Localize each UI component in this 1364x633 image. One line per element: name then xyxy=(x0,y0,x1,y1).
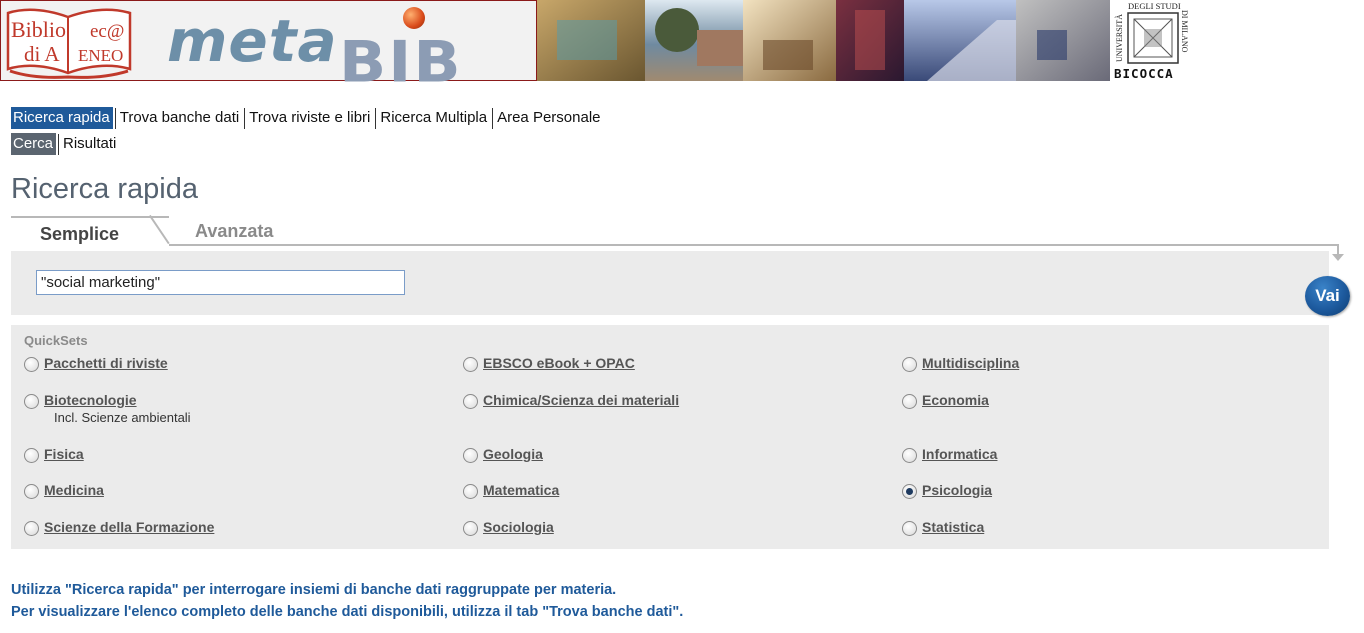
nav-item-ricerca-multipla[interactable]: Ricerca Multipla xyxy=(378,107,490,129)
biblio-logo-text-2: ec@ xyxy=(90,21,124,42)
quickset-label[interactable]: Pacchetti di riviste xyxy=(44,354,168,372)
go-button[interactable]: Vai xyxy=(1305,276,1350,316)
quickset-radio[interactable] xyxy=(902,394,917,409)
quickset-pacchetti-di-riviste[interactable]: Pacchetti di riviste xyxy=(24,354,168,372)
biblioteca-logo[interactable]: Biblio ec@ di A ENEO xyxy=(4,7,134,79)
help-text-line-2: Per visualizzare l'elenco completo delle… xyxy=(11,604,684,620)
quickset-sociologia[interactable]: Sociologia xyxy=(463,518,554,536)
quickset-label[interactable]: Chimica/Scienza dei materiali xyxy=(483,391,679,409)
nav-item-trova-banche-dati[interactable]: Trova banche dati xyxy=(118,107,243,129)
quicksets-heading: QuickSets xyxy=(24,333,88,348)
quickset-chimica-scienza-dei-materiali[interactable]: Chimica/Scienza dei materiali xyxy=(463,391,679,409)
metabib-logo-meta: meta xyxy=(167,7,338,75)
quickset-label[interactable]: Geologia xyxy=(483,445,543,463)
nav-item-cerca[interactable]: Cerca xyxy=(11,133,57,155)
university-line-1: UNIVERSITÀ xyxy=(1114,14,1124,62)
search-input[interactable] xyxy=(36,270,405,295)
quickset-label[interactable]: Informatica xyxy=(922,445,997,463)
quickset-multidisciplina[interactable]: Multidisciplina xyxy=(902,354,1019,372)
quickset-label[interactable]: Economia xyxy=(922,391,989,409)
quickset-economia[interactable]: Economia xyxy=(902,391,989,409)
quickset-label[interactable]: Multidisciplina xyxy=(922,354,1019,372)
biblio-logo-text-3: di A xyxy=(24,42,60,66)
secondary-nav: Cerca Risultati xyxy=(11,133,119,155)
search-mode-tabs: Semplice Avanzata xyxy=(11,214,1344,261)
quickset-fisica[interactable]: Fisica xyxy=(24,445,84,463)
nav-item-risultati[interactable]: Risultati xyxy=(61,133,119,155)
quickset-psicologia[interactable]: Psicologia xyxy=(902,481,992,499)
quicksets-panel: QuickSets Pacchetti di riviste EBSCO eBo… xyxy=(11,325,1329,549)
quickset-label[interactable]: Biotecnologie xyxy=(44,391,137,409)
help-text-line-1: Utilizza "Ricerca rapida" per interrogar… xyxy=(11,582,617,598)
quickset-label[interactable]: Scienze della Formazione xyxy=(44,518,214,536)
header-banner: Biblio ec@ di A ENEO meta BIB UNIVERSITÀ… xyxy=(0,0,1190,95)
quickset-label[interactable]: Fisica xyxy=(44,445,84,463)
quickset-label[interactable]: Statistica xyxy=(922,518,984,536)
quickset-medicina[interactable]: Medicina xyxy=(24,481,104,499)
quickset-matematica[interactable]: Matematica xyxy=(463,481,559,499)
quickset-label[interactable]: Medicina xyxy=(44,481,104,499)
quickset-radio[interactable] xyxy=(463,394,478,409)
tab-semplice[interactable]: Semplice xyxy=(11,216,169,247)
metabib-logo[interactable]: meta BIB xyxy=(161,3,501,95)
campus-photo-strip xyxy=(537,0,1110,81)
quickset-geologia[interactable]: Geologia xyxy=(463,445,543,463)
quickset-radio[interactable] xyxy=(902,448,917,463)
banner-logo-area: Biblio ec@ di A ENEO meta BIB xyxy=(0,0,537,95)
quickset-scienze-della-formazione[interactable]: Scienze della Formazione xyxy=(24,518,214,536)
nav-item-trova-riviste-e-libri[interactable]: Trova riviste e libri xyxy=(247,107,373,129)
quickset-radio[interactable] xyxy=(902,357,917,372)
nav-divider xyxy=(375,107,377,129)
quickset-radio[interactable] xyxy=(24,448,39,463)
quickset-label[interactable]: Matematica xyxy=(483,481,559,499)
biblio-logo-text-1: Biblio xyxy=(11,17,66,42)
nav-item-area-personale[interactable]: Area Personale xyxy=(495,107,603,129)
quickset-radio[interactable] xyxy=(24,484,39,499)
quickset-radio[interactable] xyxy=(24,357,39,372)
metabib-logo-bib: BIB xyxy=(339,27,463,96)
quickset-label[interactable]: Psicologia xyxy=(922,481,992,499)
quickset-subtitle: Incl. Scienze ambientali xyxy=(54,410,191,425)
quickset-informatica[interactable]: Informatica xyxy=(902,445,997,463)
quickset-ebsco-ebook-opac[interactable]: EBSCO eBook + OPAC xyxy=(463,354,635,372)
quickset-radio-selected[interactable] xyxy=(902,484,917,499)
tab-semplice-label: Semplice xyxy=(40,224,120,244)
nav-divider xyxy=(244,107,246,129)
quickset-label[interactable]: Sociologia xyxy=(483,518,554,536)
search-panel xyxy=(11,251,1329,315)
quickset-radio[interactable] xyxy=(463,484,478,499)
tab-avanzata[interactable]: Avanzata xyxy=(195,221,273,242)
quickset-radio[interactable] xyxy=(24,521,39,536)
university-line-2: DEGLI STUDI xyxy=(1128,1,1181,11)
university-bicocca-logo[interactable]: UNIVERSITÀ DEGLI STUDI DI MILANO BICOCCA xyxy=(1110,0,1190,81)
primary-nav: Ricerca rapida Trova banche dati Trova r… xyxy=(11,107,604,129)
quickset-radio[interactable] xyxy=(24,394,39,409)
quickset-radio[interactable] xyxy=(463,448,478,463)
quickset-radio[interactable] xyxy=(463,521,478,536)
arrow-down-icon xyxy=(1332,254,1344,261)
university-line-3: DI MILANO xyxy=(1180,10,1189,53)
quickset-statistica[interactable]: Statistica xyxy=(902,518,984,536)
quickset-label[interactable]: EBSCO eBook + OPAC xyxy=(483,354,635,372)
metabib-logo-dot xyxy=(403,7,425,29)
page-title: Ricerca rapida xyxy=(11,173,198,205)
biblio-logo-text-4: ENEO xyxy=(78,46,123,65)
quickset-radio[interactable] xyxy=(463,357,478,372)
nav-item-ricerca-rapida[interactable]: Ricerca rapida xyxy=(11,107,113,129)
university-name: BICOCCA xyxy=(1114,66,1174,81)
quickset-biotecnologie[interactable]: Biotecnologie xyxy=(24,391,137,409)
nav-divider xyxy=(114,107,116,129)
nav-divider xyxy=(492,107,494,129)
tab-underline xyxy=(169,244,1339,246)
quickset-radio[interactable] xyxy=(902,521,917,536)
nav-divider xyxy=(58,133,60,155)
